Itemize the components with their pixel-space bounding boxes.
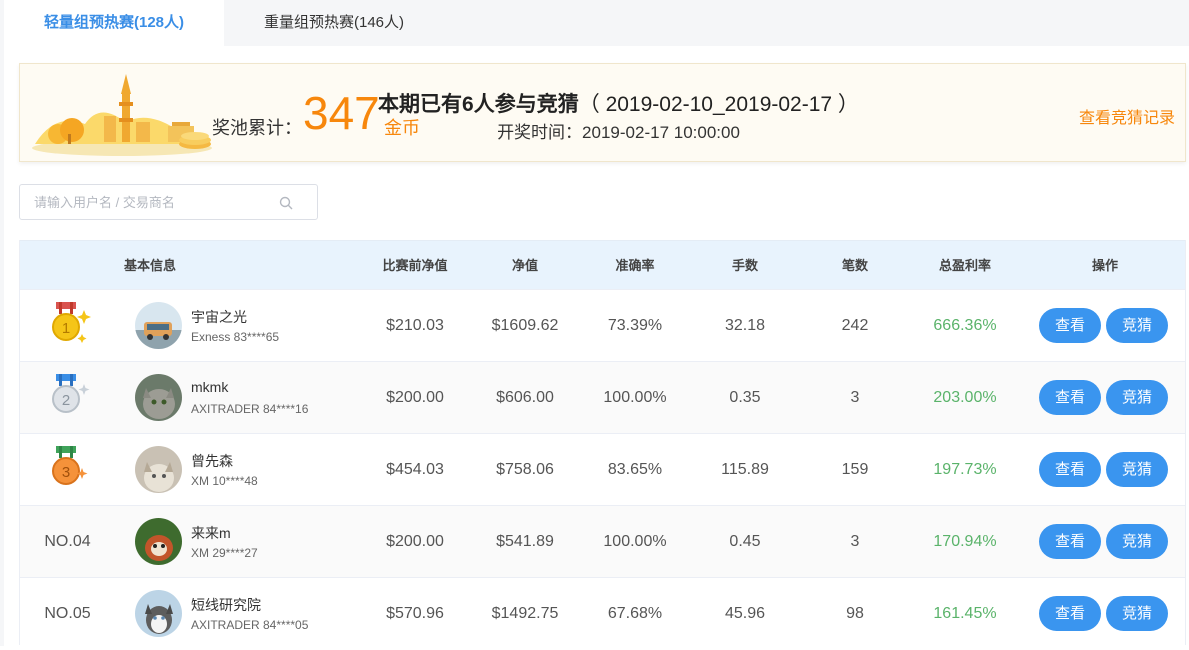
ranking-table: 基本信息 比赛前净值 净值 准确率 手数 笔数 总盈利率 操作 1 宇宙之光 E…: [19, 240, 1186, 649]
tab-lightweight[interactable]: 轻量组预热赛(128人): [4, 0, 224, 46]
view-button[interactable]: 查看: [1039, 308, 1101, 343]
view-button[interactable]: 查看: [1039, 596, 1101, 631]
table-row: 2 mkmk AXITRADER 84****16 $200.00 $606.0…: [20, 361, 1185, 433]
table-row: NO.05 短线研究院 AXITRADER 84****05 $570.96 $…: [20, 577, 1185, 649]
trades-value: 159: [841, 461, 869, 478]
header-basic-info: 基本信息: [123, 258, 176, 273]
avatar: [135, 590, 182, 637]
accuracy-value: 100.00%: [603, 533, 667, 550]
table-row: 3 曾先森 XM 10****48 $454.03 $758.06 83.65%…: [20, 433, 1185, 505]
prize-pool-banner: 奖池累计： 347 金币 本期已有6人参与竞猜（ 2019-02-10_2019…: [19, 63, 1186, 162]
header-action: 操作: [1091, 258, 1118, 273]
avatar: [135, 446, 182, 493]
lots-value: 0.35: [729, 389, 761, 406]
accuracy-value: 83.65%: [607, 461, 663, 478]
gold-medal-icon: 1: [52, 302, 91, 343]
view-button[interactable]: 查看: [1039, 524, 1101, 559]
lots-value: 45.96: [724, 605, 766, 622]
table-row: 1 宇宙之光 Exness 83****65 $210.03 $1609.62 …: [20, 289, 1185, 361]
broker-account: AXITRADER 84****16: [191, 402, 309, 416]
avatar: [135, 302, 182, 349]
user-name[interactable]: mkmk: [191, 379, 228, 395]
lots-value: 32.18: [724, 317, 766, 334]
trades-value: 242: [841, 317, 869, 334]
accuracy-value: 100.00%: [603, 389, 667, 406]
period-text: （ 2019-02-10_2019-02-17 ）: [578, 93, 859, 116]
broker-account: XM 10****48: [191, 474, 258, 488]
medal-rank-number: 1: [62, 320, 70, 337]
guess-button[interactable]: 竞猜: [1106, 452, 1168, 487]
guess-button[interactable]: 竞猜: [1106, 308, 1168, 343]
guess-button[interactable]: 竞猜: [1106, 380, 1168, 415]
silver-medal-icon: 2: [52, 374, 90, 413]
broker-account: XM 29****27: [191, 546, 258, 560]
avatar: [135, 374, 182, 421]
draw-time: 开奖时间：2019-02-17 10:00:00: [497, 123, 740, 142]
header-net: 净值: [511, 258, 538, 273]
guess-button[interactable]: 竞猜: [1106, 524, 1168, 559]
search-box: [19, 184, 318, 220]
participants-count-text: 本期已有6人参与竞猜: [378, 93, 579, 116]
table-header: 基本信息 比赛前净值 净值 准确率 手数 笔数 总盈利率 操作: [20, 240, 1185, 289]
view-button[interactable]: 查看: [1039, 380, 1101, 415]
page-left-border: [0, 46, 4, 646]
view-guess-records-link[interactable]: 查看竞猜记录: [1079, 104, 1175, 128]
broker-account: Exness 83****65: [191, 330, 280, 344]
header-lots: 手数: [731, 258, 758, 273]
net-value: $1609.62: [491, 317, 559, 334]
header-trades: 笔数: [841, 258, 868, 273]
search-icon[interactable]: [279, 196, 293, 210]
profit-rate-value: 197.73%: [933, 461, 997, 478]
header-accuracy: 准确率: [615, 258, 655, 273]
rank-label: NO.05: [44, 605, 91, 622]
net-value: $541.89: [496, 533, 554, 550]
search-input[interactable]: [20, 185, 280, 219]
participants-headline: 本期已有6人参与竞猜（ 2019-02-10_2019-02-17 ）: [20, 88, 1187, 118]
medal-rank-number: 3: [62, 464, 70, 481]
pre-net-value: $454.03: [386, 461, 444, 478]
pre-net-value: $200.00: [386, 533, 444, 550]
trades-value: 3: [850, 533, 860, 550]
net-value: $1492.75: [491, 605, 559, 622]
header-pre-net: 比赛前净值: [382, 258, 448, 273]
pre-net-value: $570.96: [386, 605, 444, 622]
profit-rate-value: 666.36%: [933, 317, 997, 334]
user-name[interactable]: 短线研究院: [191, 595, 261, 615]
lots-value: 115.89: [721, 461, 769, 478]
pre-net-value: $200.00: [386, 389, 444, 406]
medal-rank-number: 2: [62, 392, 70, 409]
net-value: $606.00: [496, 389, 554, 406]
view-button[interactable]: 查看: [1039, 452, 1101, 487]
tab-bar: 轻量组预热赛(128人) 重量组预热赛(146人): [0, 0, 1189, 46]
rank-label: NO.04: [44, 533, 91, 550]
bronze-medal-icon: 3: [52, 446, 88, 485]
broker-account: AXITRADER 84****05: [191, 618, 309, 632]
trades-value: 98: [846, 605, 864, 622]
avatar: [135, 518, 182, 565]
profit-rate-value: 161.45%: [933, 605, 997, 622]
accuracy-value: 67.68%: [607, 605, 663, 622]
lots-value: 0.45: [729, 533, 761, 550]
table-row: NO.04 来来m XM 29****27 $200.00 $541.89 10…: [20, 505, 1185, 577]
trades-value: 3: [850, 389, 860, 406]
user-name[interactable]: 来来m: [191, 523, 231, 543]
header-profit: 总盈利率: [938, 258, 991, 273]
pre-net-value: $210.03: [386, 317, 444, 334]
guess-button[interactable]: 竞猜: [1106, 596, 1168, 631]
net-value: $758.06: [496, 461, 554, 478]
accuracy-value: 73.39%: [607, 317, 663, 334]
profit-rate-value: 170.94%: [933, 533, 997, 550]
tab-heavyweight[interactable]: 重量组预热赛(146人): [224, 0, 444, 46]
profit-rate-value: 203.00%: [933, 389, 997, 406]
user-name[interactable]: 曾先森: [191, 451, 233, 471]
user-name[interactable]: 宇宙之光: [191, 307, 247, 327]
